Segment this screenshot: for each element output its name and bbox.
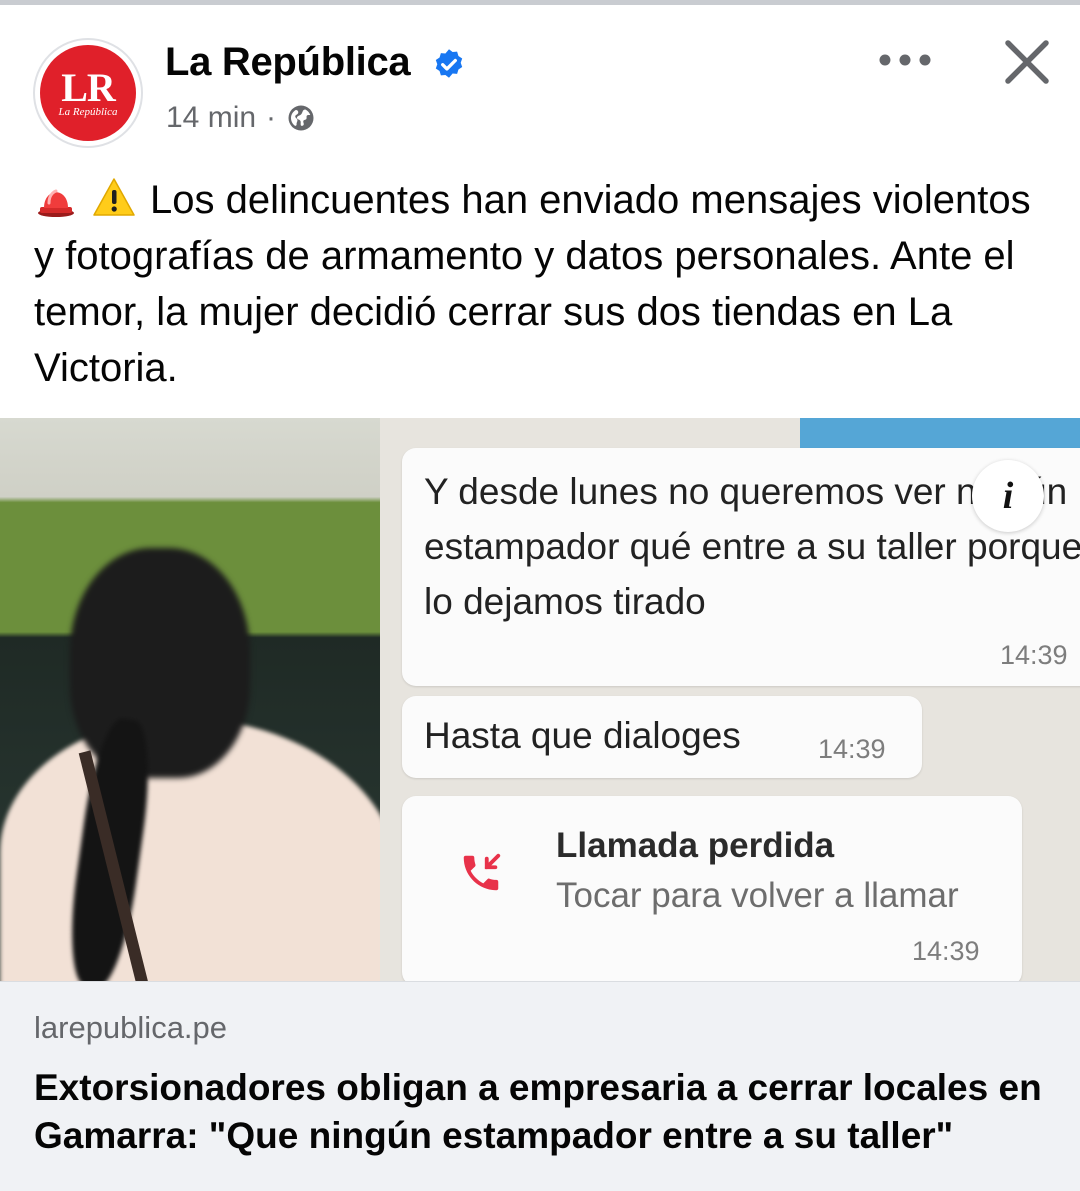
chat-time-2: 14:39 (818, 734, 886, 764)
page-avatar[interactable]: LR La República (33, 38, 143, 148)
close-icon (1005, 40, 1049, 84)
avatar-letters: LR (61, 65, 116, 110)
meta-separator: · (266, 101, 277, 134)
person-head (70, 548, 250, 778)
avatar-logo: LR La República (40, 45, 136, 141)
link-title: Extorsionadores obligan a empresaria a c… (34, 1067, 1042, 1156)
post-meta: 14 min · (166, 101, 316, 135)
post-time[interactable]: 14 min (166, 101, 256, 135)
missed-call-time: 14:39 (912, 936, 980, 966)
warning-emoji (93, 178, 135, 216)
more-options-icon (879, 54, 931, 66)
post-image[interactable]: Y desde lunes no queremos ver ningún est… (0, 418, 1080, 981)
avatar-subtitle: La República (58, 106, 118, 118)
link-domain: larepublica.pe (34, 1010, 228, 1045)
info-button[interactable]: i (972, 460, 1044, 532)
chat-time-1: 14:39 (1000, 640, 1068, 670)
chat-top-bar (800, 418, 1080, 452)
missed-call-subtitle: Tocar para volver a llamar (556, 876, 959, 915)
close-button[interactable] (995, 30, 1059, 94)
post-body-text: Los delincuentes han enviado mensajes vi… (34, 178, 1031, 390)
link-preview[interactable]: larepublica.pe Extorsionadores obligan a… (0, 981, 1080, 1191)
post-text: Los delincuentes han enviado mensajes vi… (34, 172, 1054, 396)
chat-message-2: Hasta que dialoges (424, 715, 741, 756)
more-options-button[interactable] (870, 38, 940, 82)
verified-badge-icon (435, 49, 463, 78)
globe-icon (288, 105, 314, 131)
police-light-emoji (38, 189, 74, 217)
missed-call-icon (463, 853, 501, 891)
page-name-link[interactable]: La República (165, 40, 411, 85)
top-divider (0, 0, 1080, 5)
missed-call-title: Llamada perdida (556, 826, 835, 865)
